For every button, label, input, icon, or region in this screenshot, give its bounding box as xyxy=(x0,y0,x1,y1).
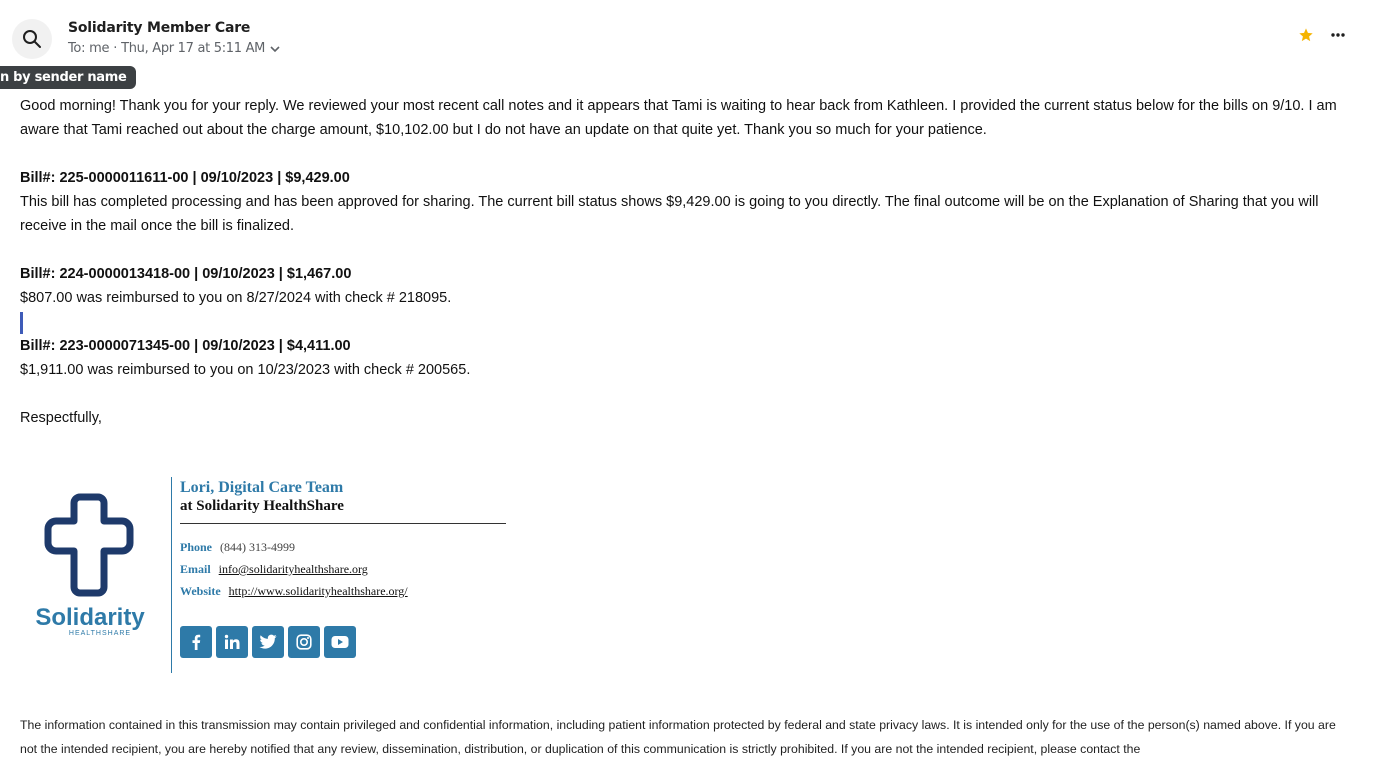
phone-row: Phone (844) 313-4999 xyxy=(180,536,510,558)
twitter-icon[interactable] xyxy=(252,626,284,658)
linkedin-icon[interactable] xyxy=(216,626,248,658)
facebook-icon[interactable] xyxy=(180,626,212,658)
confidentiality-disclaimer: The information contained in this transm… xyxy=(20,718,1336,756)
email-link[interactable]: info@solidarityhealthshare.org xyxy=(219,562,368,576)
bill-text: This bill has completed processing and h… xyxy=(20,194,1319,234)
sender-name[interactable]: Solidarity Member Care xyxy=(68,20,250,36)
email-row: Email info@solidarityhealthshare.org xyxy=(180,558,510,580)
phone-value: (844) 313-4999 xyxy=(220,540,296,554)
recipient-name: me xyxy=(89,41,110,56)
bill-text: $1,911.00 was reimbursed to you on 10/23… xyxy=(20,362,471,378)
signature-name: Lori, Digital Care Team xyxy=(180,479,344,496)
bill-heading: Bill#: 225-0000011611-00 | 09/10/2023 | … xyxy=(20,170,350,186)
bill-heading: Bill#: 224-0000013418-00 | 09/10/2023 | … xyxy=(20,266,352,282)
website-link[interactable]: http://www.solidarityhealthshare.org/ xyxy=(229,584,408,598)
instagram-icon[interactable] xyxy=(288,626,320,658)
phone-label: Phone xyxy=(180,540,213,554)
text-cursor xyxy=(20,312,23,334)
search-icon xyxy=(23,30,41,48)
bill-heading: Bill#: 223-0000071345-00 | 09/10/2023 | … xyxy=(20,338,351,354)
social-links xyxy=(180,626,510,658)
website-label: Website xyxy=(180,584,221,598)
email-label: Email xyxy=(180,562,211,576)
star-icon[interactable] xyxy=(1298,27,1314,43)
closing: Respectfully, xyxy=(20,410,102,426)
email-date: Thu, Apr 17 at 5:11 AM xyxy=(121,41,266,56)
signature-org: at Solidarity HealthShare xyxy=(180,498,344,514)
to-label: To: xyxy=(68,41,86,56)
solidarity-logo: Solidarity HEALTHSHARE xyxy=(30,491,150,641)
website-row: Website http://www.solidarityhealthshare… xyxy=(180,580,510,602)
chevron-down-icon[interactable] xyxy=(269,43,281,55)
email-body: Good morning! Thank you for your reply. … xyxy=(20,94,1350,430)
signature-divider xyxy=(171,477,172,673)
signature-info: Lori, Digital Care Team at Solidarity He… xyxy=(180,477,510,658)
signature-rule xyxy=(180,523,506,524)
more-horizontal-icon[interactable] xyxy=(1330,32,1346,38)
intro-paragraph: Good morning! Thank you for your reply. … xyxy=(20,98,1337,138)
recipient-meta[interactable]: To: me · Thu, Apr 17 at 5:11 AM xyxy=(68,41,281,56)
meta-separator: · xyxy=(113,41,118,56)
bill-text: $807.00 was reimbursed to you on 8/27/20… xyxy=(20,290,452,306)
search-button[interactable] xyxy=(12,19,52,59)
youtube-icon[interactable] xyxy=(324,626,356,658)
tooltip: n by sender name xyxy=(0,66,136,89)
logo-wordmark: Solidarity xyxy=(35,604,145,631)
logo-subtext: HEALTHSHARE xyxy=(69,630,131,637)
